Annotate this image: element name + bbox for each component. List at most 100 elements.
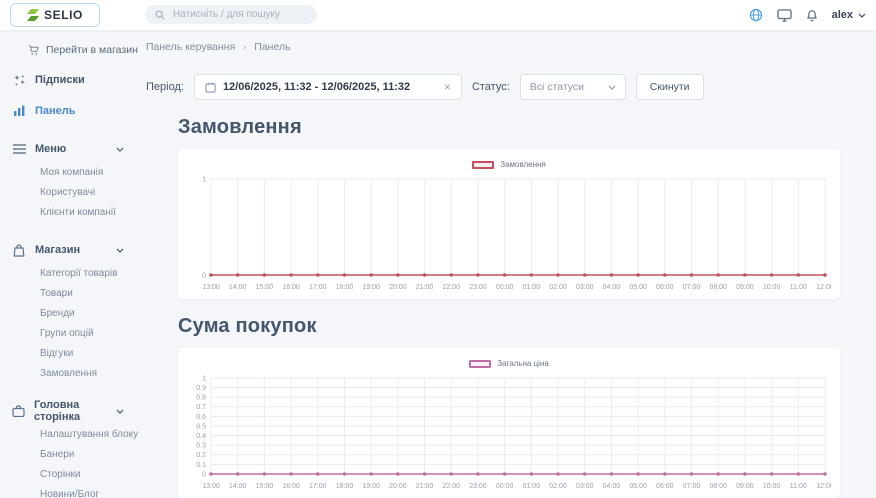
reset-button[interactable]: Скинути (636, 74, 704, 100)
svg-text:07:00: 07:00 (683, 483, 701, 490)
orders-section-title: Замовлення (178, 116, 840, 139)
orders-chart-card: Замовлення 1013:0014:0015:0016:0017:0018… (178, 149, 840, 299)
orders-section: Замовлення Замовлення 1 0 13:00 14:00 15:00 1… (178, 116, 840, 299)
svg-text:16:00: 16:00 (282, 483, 300, 490)
breadcrumb-root[interactable]: Панель керування (146, 41, 235, 53)
sidebar-item-subscriptions[interactable]: Підписки (12, 70, 140, 90)
shopping-bag-icon (12, 244, 26, 257)
svg-text:15:00: 15:00 (256, 483, 274, 490)
svg-text:0.5: 0.5 (196, 423, 206, 430)
sidebar-item-homepage[interactable]: Головна сторінка (12, 401, 140, 421)
svg-text:10:00: 10:00 (763, 284, 781, 291)
svg-text:08:00: 08:00 (709, 284, 727, 291)
purchase-sum-section-title: Сума покупок (178, 315, 840, 338)
sidebar-item-users[interactable]: Користувачі (12, 182, 140, 202)
svg-text:01:00: 01:00 (523, 483, 541, 490)
sidebar-item-brands[interactable]: Бренди (12, 303, 140, 323)
app-header: SELIO (0, 0, 876, 30)
sidebar-item-products[interactable]: Товари (12, 283, 140, 303)
orders-chart-legend: Замовлення (187, 158, 831, 171)
desktop-icon[interactable] (777, 9, 792, 22)
svg-text:09:00: 09:00 (736, 483, 754, 490)
svg-text:03:00: 03:00 (576, 483, 594, 490)
sidebar-item-block-settings[interactable]: Налаштування блоку (12, 424, 140, 444)
purchase-sum-section: Сума покупок Загальна ціна 10.90.80.70.6… (178, 315, 840, 498)
svg-text:08:00: 08:00 (709, 483, 727, 490)
svg-text:02:00: 02:00 (549, 284, 567, 291)
legend-label: Замовлення (500, 160, 546, 169)
legend-swatch (472, 161, 494, 169)
svg-text:04:00: 04:00 (603, 483, 621, 490)
svg-text:06:00: 06:00 (656, 483, 674, 490)
legend-label: Загальна ціна (497, 359, 549, 368)
svg-text:0.7: 0.7 (196, 404, 206, 411)
sidebar-item-reviews[interactable]: Відгуки (12, 343, 140, 363)
sidebar-item-orders[interactable]: Замовлення (12, 363, 140, 383)
svg-text:17:00: 17:00 (309, 483, 327, 490)
svg-text:13:00: 13:00 (202, 284, 220, 291)
svg-text:20:00: 20:00 (389, 483, 407, 490)
breadcrumb: Панель керування › Панель (146, 40, 840, 54)
chevron-down-icon (116, 409, 124, 414)
search-icon (155, 10, 165, 20)
sidebar-item-company-clients[interactable]: Клієнти компанії (12, 202, 140, 222)
svg-text:13:00: 13:00 (202, 483, 220, 490)
notifications-bell-icon[interactable] (806, 9, 818, 22)
breadcrumb-separator-icon: › (243, 42, 246, 52)
svg-text:18:00: 18:00 (336, 483, 354, 490)
menu-icon (12, 144, 26, 154)
status-select[interactable]: Всі статуси (520, 74, 626, 100)
user-menu[interactable]: alex (832, 9, 866, 21)
period-value: 12/06/2025, 11:32 - 12/06/2025, 11:32 (223, 81, 410, 93)
chevron-down-icon (116, 248, 124, 253)
go-to-store-link[interactable]: Перейти в магазин (12, 44, 140, 56)
svg-text:0.6: 0.6 (196, 414, 206, 421)
status-label: Статус: (472, 81, 510, 93)
bar-chart-icon (12, 105, 26, 117)
svg-text:21:00: 21:00 (416, 284, 434, 291)
sidebar-item-option-groups[interactable]: Групи опцій (12, 323, 140, 343)
chevron-down-icon (608, 85, 616, 90)
period-date-range-input[interactable]: 12/06/2025, 11:32 - 12/06/2025, 11:32 × (194, 74, 462, 100)
svg-text:0: 0 (202, 272, 206, 279)
svg-text:03:00: 03:00 (576, 284, 594, 291)
svg-text:12:00: 12:00 (816, 483, 831, 490)
main-content: Панель керування › Панель Період: 12/06/… (140, 0, 876, 498)
search-input[interactable] (171, 8, 307, 21)
period-label: Період: (146, 81, 184, 93)
user-name: alex (832, 9, 853, 21)
svg-text:0.9: 0.9 (196, 385, 206, 392)
calendar-icon (205, 82, 216, 93)
sidebar-item-my-company[interactable]: Моя компанія (12, 162, 140, 182)
svg-text:0.1: 0.1 (196, 462, 206, 469)
svg-text:0.3: 0.3 (196, 443, 206, 450)
sidebar-item-banners[interactable]: Банери (12, 444, 140, 464)
svg-text:20:00: 20:00 (389, 284, 407, 291)
legend-swatch (469, 360, 491, 368)
sidebar-item-menu[interactable]: Меню (12, 139, 140, 159)
svg-text:14:00: 14:00 (229, 284, 247, 291)
svg-text:04:00: 04:00 (603, 284, 621, 291)
logo[interactable]: SELIO (10, 3, 100, 27)
svg-text:1: 1 (202, 176, 206, 183)
sidebar-item-categories[interactable]: Категорії товарів (12, 263, 140, 283)
search-bar[interactable] (145, 5, 317, 24)
svg-text:02:00: 02:00 (549, 483, 567, 490)
svg-text:05:00: 05:00 (629, 284, 647, 291)
svg-text:23:00: 23:00 (469, 284, 487, 291)
language-globe-icon[interactable] (749, 8, 763, 22)
svg-text:09:00: 09:00 (736, 284, 754, 291)
svg-text:00:00: 00:00 (496, 284, 514, 291)
sidebar-item-dashboard[interactable]: Панель (12, 101, 140, 121)
svg-text:11:00: 11:00 (790, 483, 807, 490)
sidebar-nav: Підписки Панель Меню (12, 70, 140, 498)
sidebar-item-shop[interactable]: Магазин (12, 240, 140, 260)
filters-bar: Період: 12/06/2025, 11:32 - 12/06/2025, … (146, 74, 840, 100)
status-value: Всі статуси (530, 81, 584, 93)
clear-date-icon[interactable]: × (444, 80, 451, 94)
svg-text:15:00: 15:00 (256, 284, 274, 291)
shop-submenu: Категорії товарів Товари Бренди Групи оп… (12, 263, 140, 383)
svg-text:19:00: 19:00 (362, 284, 380, 291)
svg-text:10:00: 10:00 (763, 483, 781, 490)
svg-text:06:00: 06:00 (656, 284, 674, 291)
